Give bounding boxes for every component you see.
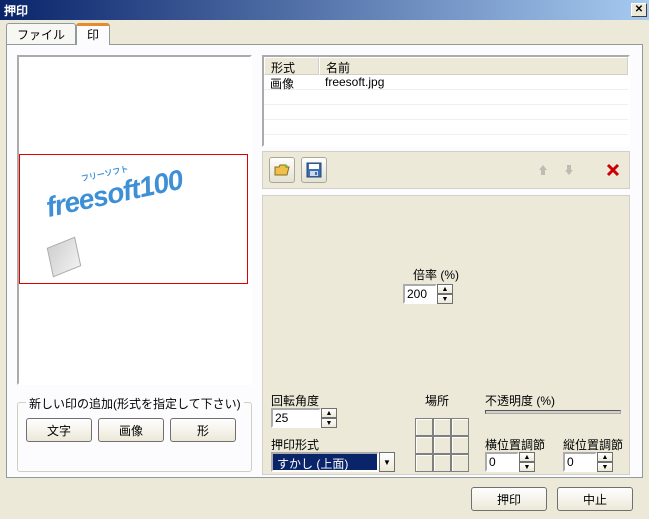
rot-up[interactable]: ▲ xyxy=(321,408,337,418)
empty-row xyxy=(264,135,628,147)
move-up-button[interactable] xyxy=(533,160,553,180)
tab-stamp[interactable]: 印 xyxy=(76,23,110,45)
pos-tl[interactable] xyxy=(415,418,433,436)
left-panel: フリーソフト freesoft100 新しい印の追加(形式を指定して下さい) 文… xyxy=(17,55,252,473)
tab-panel: フリーソフト freesoft100 新しい印の追加(形式を指定して下さい) 文… xyxy=(6,44,643,478)
tab-file[interactable]: ファイル xyxy=(6,23,76,45)
position-grid[interactable] xyxy=(415,418,469,472)
folder-open-icon xyxy=(274,162,290,178)
col-name[interactable]: 名前 xyxy=(319,57,628,75)
hpos-spinner[interactable]: ▲▼ xyxy=(485,452,535,472)
window-title: 押印 xyxy=(4,2,631,19)
add-shape-button[interactable]: 形 xyxy=(170,418,236,442)
hpos-down[interactable]: ▼ xyxy=(519,462,535,472)
floppy-icon xyxy=(306,162,322,178)
stamp-format-combo[interactable]: すかし (上面) ▼ xyxy=(271,452,395,472)
pos-mc[interactable] xyxy=(433,436,451,454)
scale-input[interactable] xyxy=(403,284,437,304)
empty-row xyxy=(264,120,628,135)
right-panel: 形式 名前 画像 freesoft.jpg xyxy=(262,55,632,473)
pos-tr[interactable] xyxy=(451,418,469,436)
tab-strip: ファイル 印 xyxy=(6,24,643,44)
scale-label: 倍率 (%) xyxy=(413,266,459,283)
ok-button[interactable]: 押印 xyxy=(471,487,547,511)
rotation-spinner[interactable]: ▲▼ xyxy=(271,408,337,428)
close-button[interactable]: ✕ xyxy=(631,3,647,17)
x-icon xyxy=(606,163,620,177)
hpos-input[interactable] xyxy=(485,452,519,472)
rot-down[interactable]: ▼ xyxy=(321,418,337,428)
pos-tc[interactable] xyxy=(433,418,451,436)
delete-button[interactable] xyxy=(603,160,623,180)
chevron-down-icon[interactable]: ▼ xyxy=(379,452,395,472)
settings-area: 倍率 (%) ▲▼ 回転角度 ▲▼ 押印形式 すかし (上面) ▼ 場所 xyxy=(262,195,630,475)
pos-bl[interactable] xyxy=(415,454,433,472)
position-label: 場所 xyxy=(425,392,449,409)
open-button[interactable] xyxy=(269,157,295,183)
row-name: freesoft.jpg xyxy=(319,75,628,89)
hpos-up[interactable]: ▲ xyxy=(519,452,535,462)
arrow-up-icon xyxy=(536,163,550,177)
empty-row xyxy=(264,90,628,105)
arrow-down-icon xyxy=(562,163,576,177)
vpos-up[interactable]: ▲ xyxy=(597,452,613,462)
save-button[interactable] xyxy=(301,157,327,183)
footer: 押印 中止 xyxy=(0,479,649,519)
stamp-format-value: すかし (上面) xyxy=(271,452,379,472)
move-down-button[interactable] xyxy=(559,160,579,180)
toolbar xyxy=(262,151,630,189)
pos-ml[interactable] xyxy=(415,436,433,454)
list-header: 形式 名前 xyxy=(264,57,628,75)
col-format[interactable]: 形式 xyxy=(264,57,319,75)
scale-spinner[interactable]: ▲▼ xyxy=(403,284,453,304)
list-row[interactable]: 画像 freesoft.jpg xyxy=(264,75,628,90)
add-text-button[interactable]: 文字 xyxy=(26,418,92,442)
empty-row xyxy=(264,105,628,120)
add-stamp-group: 新しい印の追加(形式を指定して下さい) 文字 画像 形 xyxy=(17,402,252,472)
scale-down[interactable]: ▼ xyxy=(437,294,453,304)
pos-mr[interactable] xyxy=(451,436,469,454)
cancel-button[interactable]: 中止 xyxy=(557,487,633,511)
stamp-format-label: 押印形式 xyxy=(271,436,319,453)
rotation-label: 回転角度 xyxy=(271,392,319,409)
preview-box[interactable]: フリーソフト freesoft100 xyxy=(17,55,252,385)
add-image-button[interactable]: 画像 xyxy=(98,418,164,442)
opacity-slider[interactable] xyxy=(485,410,621,414)
add-stamp-title: 新しい印の追加(形式を指定して下さい) xyxy=(26,395,244,412)
vpos-label: 縦位置調節 xyxy=(563,436,623,453)
vpos-down[interactable]: ▼ xyxy=(597,462,613,472)
scale-up[interactable]: ▲ xyxy=(437,284,453,294)
stamp-list[interactable]: 形式 名前 画像 freesoft.jpg xyxy=(262,55,630,147)
hpos-label: 横位置調節 xyxy=(485,436,545,453)
pos-bc[interactable] xyxy=(433,454,451,472)
rotation-input[interactable] xyxy=(271,408,321,428)
row-format: 画像 xyxy=(264,75,319,89)
titlebar: 押印 ✕ xyxy=(0,0,649,20)
pos-br[interactable] xyxy=(451,454,469,472)
vpos-input[interactable] xyxy=(563,452,597,472)
vpos-spinner[interactable]: ▲▼ xyxy=(563,452,613,472)
opacity-label: 不透明度 (%) xyxy=(485,392,555,409)
